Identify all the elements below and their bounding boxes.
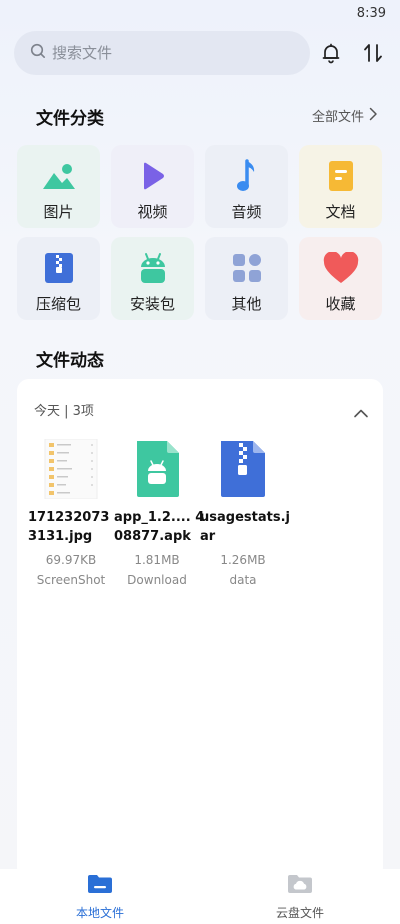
nav-label: 云盘文件 <box>275 906 324 920</box>
category-audio[interactable]: 音频 <box>205 145 288 228</box>
all-files-link[interactable]: 全部文件 <box>312 106 378 125</box>
category-label: 其他 <box>231 295 262 313</box>
sort-arrows-icon[interactable] <box>361 41 385 65</box>
category-label: 安装包 <box>129 295 175 313</box>
android-icon <box>137 251 169 285</box>
image-thumbnail <box>43 438 99 500</box>
bell-icon[interactable] <box>319 41 343 65</box>
category-archives[interactable]: 压缩包 <box>17 237 100 320</box>
file-size: 1.81MB <box>134 553 180 567</box>
file-source: data <box>229 573 257 587</box>
categories-title: 文件分类 <box>36 109 104 129</box>
category-label: 音频 <box>231 203 262 221</box>
image-icon <box>42 159 76 193</box>
category-favorites[interactable]: 收藏 <box>299 237 382 320</box>
document-icon <box>328 159 354 193</box>
category-documents[interactable]: 文档 <box>299 145 382 228</box>
zip-icon <box>44 251 74 285</box>
category-videos[interactable]: 视频 <box>111 145 194 228</box>
category-label: 文档 <box>325 203 356 221</box>
search-input[interactable] <box>52 44 272 62</box>
status-time: 8:39 <box>356 6 386 21</box>
file-size: 1.26MB <box>220 553 266 567</box>
file-size: 69.97KB <box>45 553 97 567</box>
file-item[interactable]: usagestats.j ar 1.26MB data <box>200 439 290 587</box>
nav-local-files[interactable]: 本地文件 <box>40 874 160 921</box>
category-grid: 图片 视频 音频 文档 压缩包 安装包 其他 收藏 <box>17 145 383 320</box>
zip-file-icon <box>215 439 271 499</box>
activity-title: 文件动态 <box>36 351 104 371</box>
folder-icon <box>87 875 113 898</box>
day-group-label: 今天 | 3项 <box>34 404 94 419</box>
chevron-right-icon <box>368 107 378 125</box>
chevron-up-icon[interactable] <box>353 403 369 422</box>
file-source: Download <box>127 573 187 587</box>
category-label: 视频 <box>137 203 168 221</box>
bottom-nav: 本地文件 云盘文件 <box>0 869 400 924</box>
file-item[interactable]: 171232073 3131.jpg 69.97KB ScreenShot <box>28 438 113 587</box>
file-name: usagestats.j ar <box>200 510 290 544</box>
file-source: ScreenShot <box>36 573 106 587</box>
file-item[interactable]: app_1.2.... 408877.apk 1.81MB Download <box>114 439 204 587</box>
nav-cloud-files[interactable]: 云盘文件 <box>240 874 360 921</box>
cloud-folder-icon <box>287 875 313 898</box>
music-note-icon <box>235 159 259 193</box>
file-name: app_1.2.... 408877.apk <box>114 510 205 544</box>
search-row <box>14 31 386 75</box>
apk-file-icon <box>129 439 185 499</box>
category-label: 收藏 <box>325 295 356 313</box>
search-icon <box>30 43 52 63</box>
category-images[interactable]: 图片 <box>17 145 100 228</box>
status-bar: 8:39 <box>0 0 400 28</box>
nav-label: 本地文件 <box>75 906 124 920</box>
grid-icon <box>232 251 262 285</box>
activity-card: 今天 | 3项 171232073 3131.jpg 69.97KB Scree… <box>17 379 383 879</box>
category-label: 图片 <box>43 203 74 221</box>
heart-icon <box>323 251 359 285</box>
category-label: 压缩包 <box>35 295 81 313</box>
all-files-label: 全部文件 <box>311 110 364 125</box>
search-box[interactable] <box>14 31 310 75</box>
category-installers[interactable]: 安装包 <box>111 237 194 320</box>
category-other[interactable]: 其他 <box>205 237 288 320</box>
file-name: 171232073 3131.jpg <box>28 510 110 544</box>
play-icon <box>140 159 166 193</box>
